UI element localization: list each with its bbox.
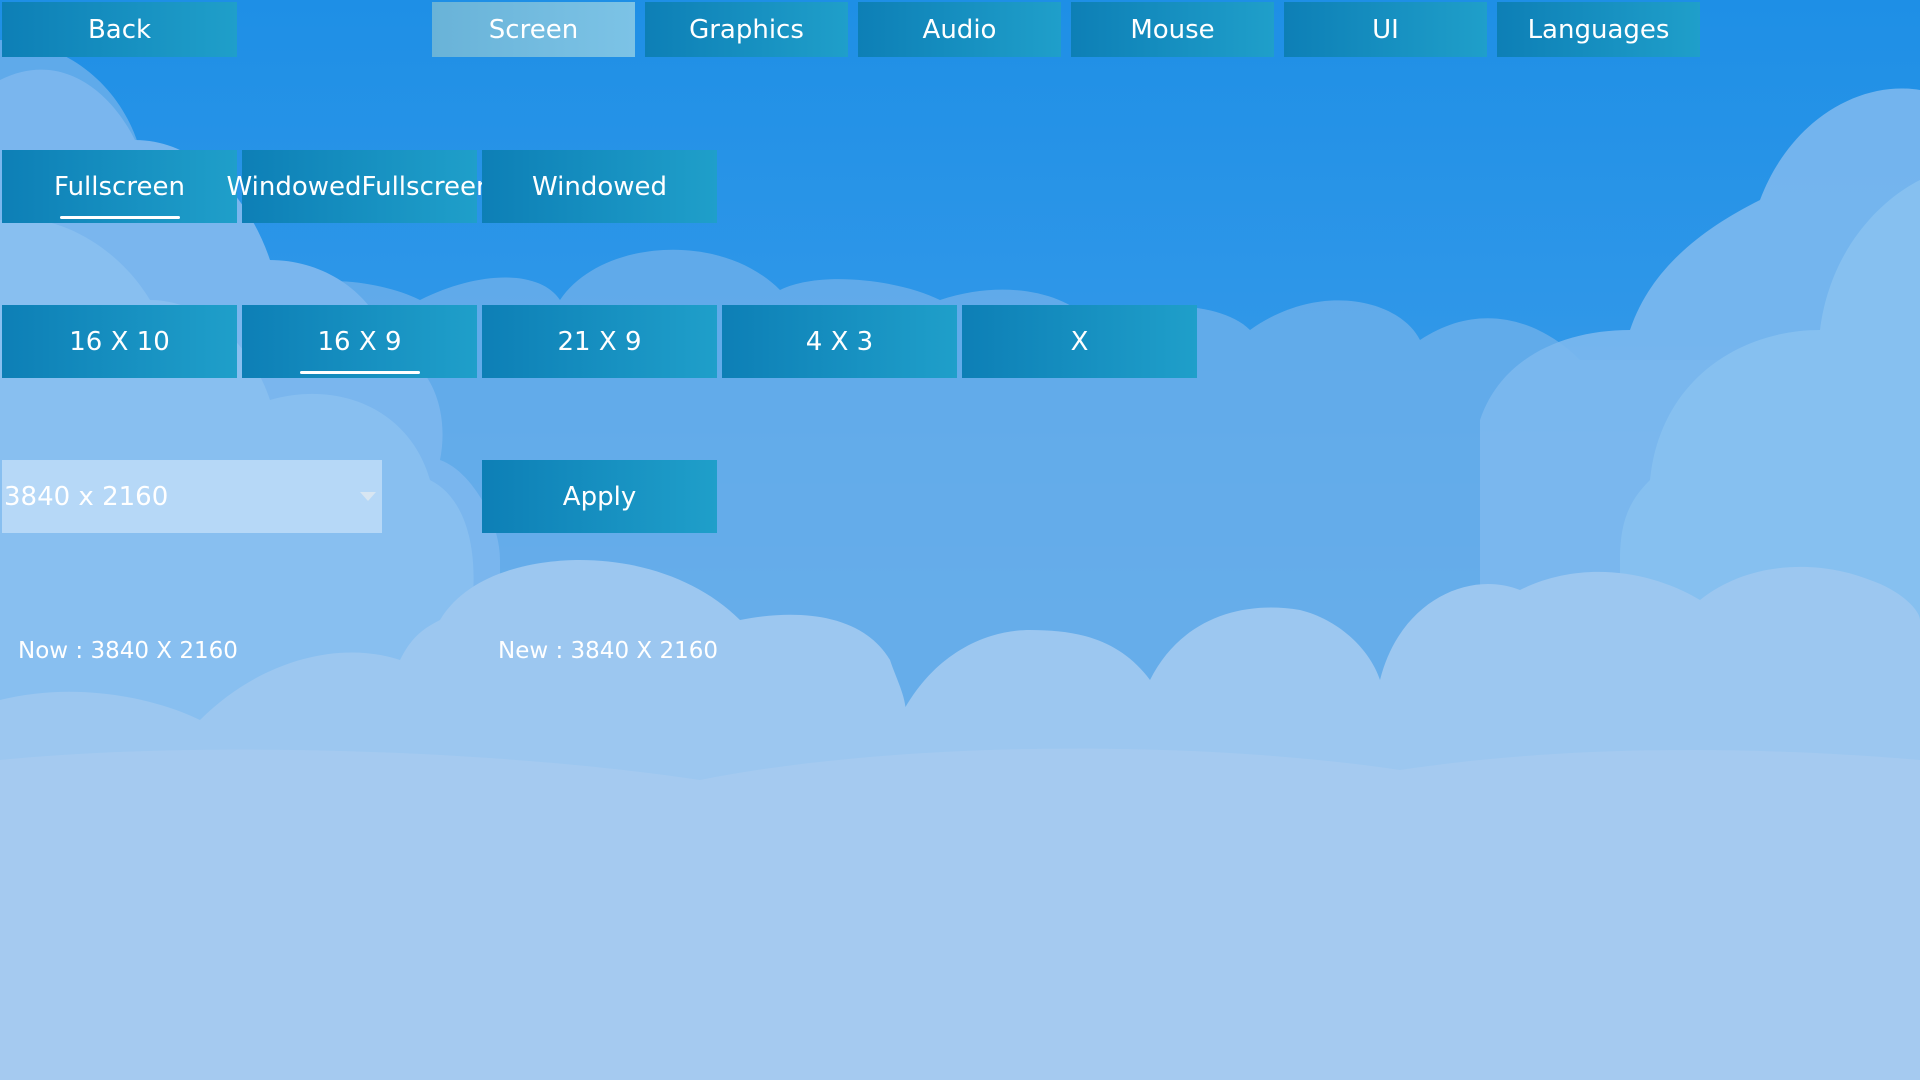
aspect-16x10-label: 16 X 10 [69, 326, 170, 357]
tab-mouse[interactable]: Mouse [1071, 2, 1274, 57]
aspect-x-label: X [1070, 326, 1089, 357]
aspect-16x9-label: 16 X 9 [317, 326, 402, 357]
resolution-dropdown[interactable]: 3840 x 2160 [2, 460, 382, 533]
aspect-16x10-button[interactable]: 16 X 10 [2, 305, 237, 378]
aspect-16x9-button[interactable]: 16 X 9 [242, 305, 477, 378]
display-mode-fullscreen-button[interactable]: Fullscreen [2, 150, 237, 223]
aspect-4x3-button[interactable]: 4 X 3 [722, 305, 957, 378]
resolution-dropdown-value: 3840 x 2160 [4, 481, 169, 512]
back-button-label: Back [87, 14, 152, 45]
aspect-x-button[interactable]: X [962, 305, 1197, 378]
display-mode-windowed-button[interactable]: Windowed [482, 150, 717, 223]
tab-ui-label: UI [1372, 14, 1399, 45]
selected-indicator [299, 371, 420, 374]
new-resolution-text: New : 3840 X 2160 [498, 638, 718, 664]
back-button[interactable]: Back [2, 2, 237, 57]
tab-ui[interactable]: UI [1284, 2, 1487, 57]
apply-button[interactable]: Apply [482, 460, 717, 533]
tab-languages-label: Languages [1527, 14, 1670, 45]
display-mode-windowed-fullscreen-label: WindowedFullscreen [226, 171, 493, 202]
tab-mouse-label: Mouse [1130, 14, 1215, 45]
display-mode-windowed-fullscreen-button[interactable]: WindowedFullscreen [227, 150, 492, 223]
tab-screen[interactable]: Screen [432, 2, 635, 57]
tab-audio-label: Audio [922, 14, 997, 45]
current-resolution-text: Now : 3840 X 2160 [18, 638, 238, 664]
aspect-21x9-button[interactable]: 21 X 9 [482, 305, 717, 378]
aspect-21x9-label: 21 X 9 [557, 326, 642, 357]
selected-indicator [59, 216, 180, 219]
aspect-4x3-label: 4 X 3 [805, 326, 874, 357]
tab-graphics-label: Graphics [689, 14, 804, 45]
display-mode-windowed-label: Windowed [531, 171, 667, 202]
chevron-down-icon[interactable] [360, 492, 376, 501]
tab-audio[interactable]: Audio [858, 2, 1061, 57]
tab-screen-label: Screen [488, 14, 579, 45]
display-mode-fullscreen-label: Fullscreen [54, 171, 185, 202]
tab-graphics[interactable]: Graphics [645, 2, 848, 57]
tab-languages[interactable]: Languages [1497, 2, 1700, 57]
apply-button-label: Apply [562, 481, 637, 512]
